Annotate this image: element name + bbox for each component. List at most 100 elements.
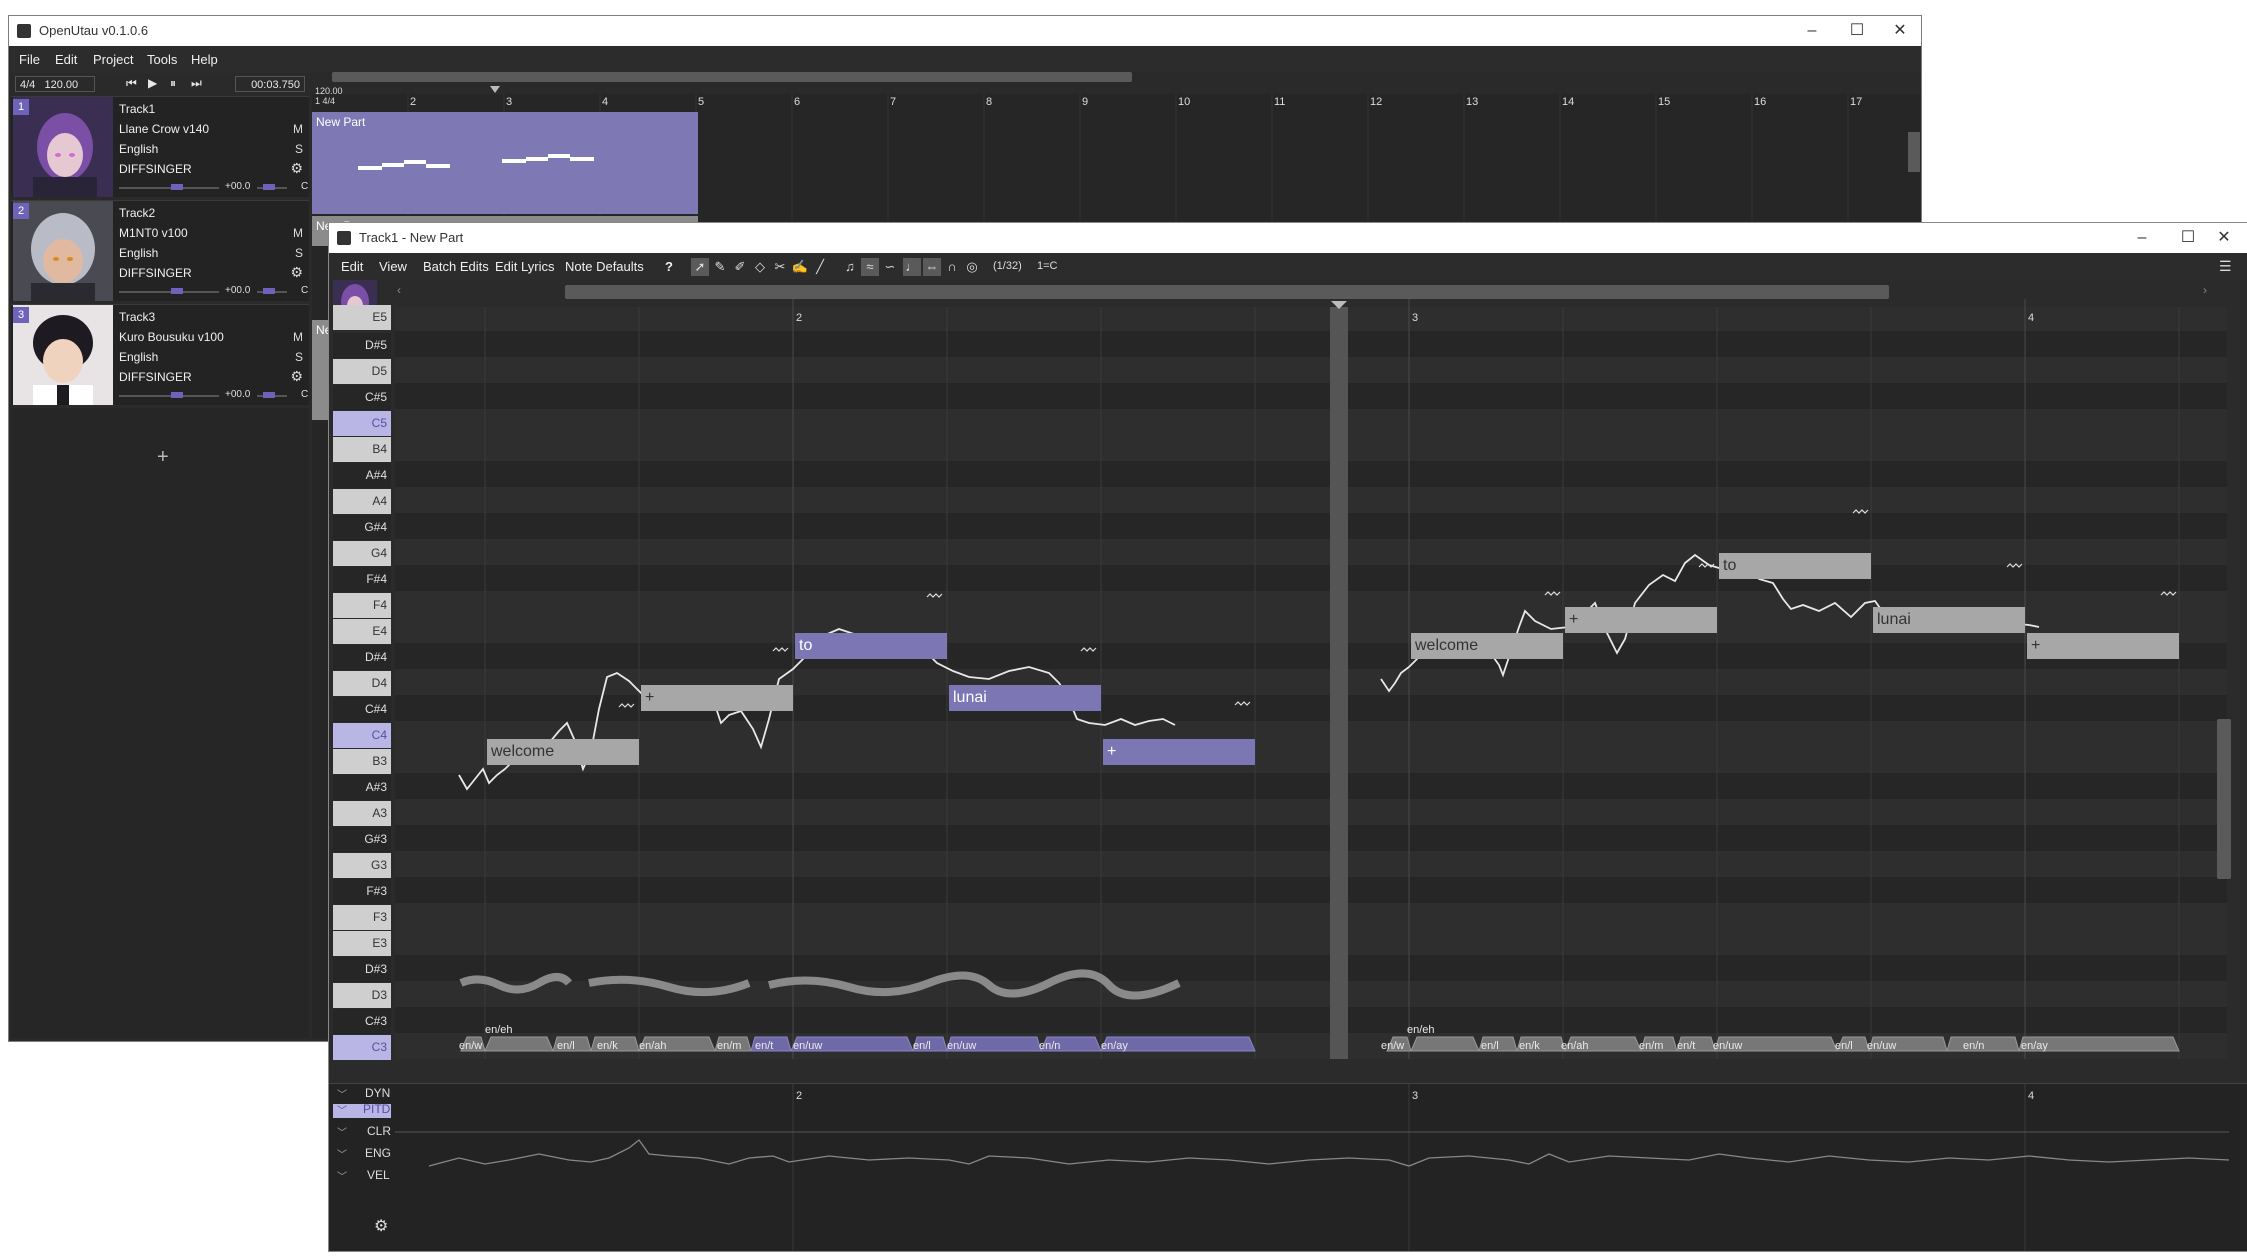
piano-key[interactable]: F3 <box>333 905 391 930</box>
pan-handle[interactable] <box>263 288 275 294</box>
chevron-down-icon[interactable]: ﹀ <box>337 1168 347 1183</box>
piano-key[interactable]: C5 <box>333 411 391 436</box>
play-icon[interactable]: ▶ <box>148 76 157 90</box>
menu-edit-lyrics[interactable]: Edit Lyrics <box>495 259 554 274</box>
menu-tools[interactable]: Tools <box>147 52 177 67</box>
vertical-scrollbar[interactable] <box>1908 132 1920 172</box>
gear-icon[interactable]: ⚙ <box>290 264 303 281</box>
track-language[interactable]: English <box>119 142 158 156</box>
phoneme-label[interactable]: en/uw <box>947 1040 976 1052</box>
menu-edit[interactable]: Edit <box>55 52 77 67</box>
phoneme-label[interactable]: en/eh <box>485 1024 513 1036</box>
knife-tool-icon[interactable]: ✂ <box>771 258 789 276</box>
expression-eng[interactable]: ENG <box>365 1146 391 1160</box>
phoneme-label[interactable]: en/k <box>597 1040 618 1052</box>
note[interactable]: + <box>1565 607 1717 633</box>
time-signature-bpm[interactable]: 4/4 120.00 <box>15 76 95 92</box>
phoneme-label[interactable]: en/n <box>1039 1040 1060 1052</box>
tempo-icon[interactable]: ⇔ <box>923 258 941 276</box>
piano-key[interactable]: G3 <box>333 853 391 878</box>
menu-batch-edits[interactable]: Batch Edits <box>423 259 489 274</box>
mute-button[interactable]: M <box>293 226 303 240</box>
menu-help[interactable]: Help <box>191 52 218 67</box>
piano-key[interactable]: D#3 <box>333 957 391 982</box>
track-language[interactable]: English <box>119 246 158 260</box>
volume-handle[interactable] <box>171 288 183 294</box>
solo-button[interactable]: S <box>295 142 303 156</box>
phoneme-label[interactable]: en/ay <box>1101 1040 1128 1052</box>
track-name[interactable]: Track2 <box>119 206 155 220</box>
finalize-icon[interactable]: ◎ <box>963 258 981 276</box>
note[interactable]: + <box>1103 739 1255 765</box>
track-name[interactable]: Track3 <box>119 310 155 324</box>
phoneme-label[interactable]: en/ah <box>1561 1040 1589 1052</box>
menu-file[interactable]: File <box>19 52 40 67</box>
track-language[interactable]: English <box>119 350 158 364</box>
piano-key[interactable]: C#3 <box>333 1009 391 1034</box>
piano-key[interactable]: C#5 <box>333 385 391 410</box>
snap-division[interactable]: (1/32) <box>993 260 1022 272</box>
close-button[interactable]: ✕ <box>1877 16 1921 46</box>
solo-button[interactable]: S <box>295 350 303 364</box>
menu-view[interactable]: View <box>379 259 407 274</box>
phoneme-label[interactable]: en/w <box>1381 1040 1404 1052</box>
piano-key[interactable]: D4 <box>333 671 391 696</box>
track-renderer[interactable]: DIFFSINGER <box>119 162 192 176</box>
phoneme-label[interactable]: en/t <box>755 1040 773 1052</box>
phoneme-label[interactable]: en/ay <box>2021 1040 2048 1052</box>
key-signature[interactable]: 1=C <box>1037 260 1058 272</box>
piano-key[interactable]: E5 <box>333 305 391 330</box>
expression-dyn[interactable]: DYN <box>365 1086 390 1100</box>
part-track1[interactable]: New Part <box>312 112 698 214</box>
phoneme-label[interactable]: en/l <box>1835 1040 1853 1052</box>
eraser-tool-icon[interactable]: ◇ <box>751 258 769 276</box>
pencil-tool-icon[interactable]: ✎ <box>711 258 729 276</box>
maximize-button[interactable]: ☐ <box>1834 16 1880 46</box>
singer-name[interactable]: Llane Crow v140 <box>119 122 209 136</box>
volume-handle[interactable] <box>171 184 183 190</box>
phoneme-label[interactable]: en/m <box>717 1040 741 1052</box>
phoneme-label[interactable]: en/l <box>557 1040 575 1052</box>
piano-key[interactable]: F#4 <box>333 567 391 592</box>
piano-key[interactable]: A#3 <box>333 775 391 800</box>
snap-icon[interactable]: ♩ <box>903 258 921 276</box>
piano-key[interactable]: C#4 <box>333 697 391 722</box>
chevron-down-icon[interactable]: ﹀ <box>337 1086 347 1101</box>
phoneme-label[interactable]: en/uw <box>793 1040 822 1052</box>
pitch-toggle-icon[interactable]: ∽ <box>881 258 899 276</box>
expression-canvas[interactable] <box>329 1084 2247 1252</box>
settings-sliders-icon[interactable]: ☰ <box>2219 258 2232 275</box>
phoneme-label[interactable]: en/l <box>1481 1040 1499 1052</box>
phoneme-label[interactable]: en/uw <box>1713 1040 1742 1052</box>
singer-name[interactable]: M1NT0 v100 <box>119 226 188 240</box>
minimize-button[interactable]: – <box>2119 223 2165 253</box>
piano-key[interactable]: D#5 <box>333 333 391 358</box>
vibrato-toggle-icon[interactable]: ≈ <box>861 258 879 276</box>
piano-key[interactable]: C4 <box>333 723 391 748</box>
chevron-down-icon[interactable]: ﹀ <box>337 1146 347 1161</box>
piano-key[interactable]: D3 <box>333 983 391 1008</box>
piano-key[interactable]: G#4 <box>333 515 391 540</box>
note[interactable]: welcome <box>1411 633 1563 659</box>
gear-icon[interactable]: ⚙ <box>374 1216 388 1236</box>
piano-key[interactable]: A3 <box>333 801 391 826</box>
line-tool-icon[interactable]: ╱ <box>811 258 829 276</box>
gear-icon[interactable]: ⚙ <box>290 160 303 177</box>
piano-key[interactable]: D#4 <box>333 645 391 670</box>
horizontal-scrollbar[interactable] <box>565 285 1889 299</box>
menu-note-defaults[interactable]: Note Defaults <box>565 259 644 274</box>
track-header-1[interactable]: 1 Track1 Llane Crow v140 English DIFFSIN… <box>11 96 309 197</box>
piano-key[interactable]: G#3 <box>333 827 391 852</box>
pause-icon[interactable]: ⏸ <box>170 76 176 91</box>
note[interactable]: + <box>2027 633 2179 659</box>
piano-key[interactable]: A4 <box>333 489 391 514</box>
pan-handle[interactable] <box>263 184 275 190</box>
track-header-2[interactable]: 2 Track2 M1NT0 v100 English DIFFSINGER M… <box>11 200 309 301</box>
skip-back-icon[interactable]: ⏮ <box>126 76 137 91</box>
note[interactable]: to <box>795 633 947 659</box>
volume-slider[interactable] <box>119 395 219 397</box>
note[interactable]: welcome <box>487 739 639 765</box>
curve-icon[interactable]: ∩ <box>943 258 961 276</box>
expression-vel[interactable]: VEL <box>367 1168 390 1182</box>
minimize-button[interactable]: – <box>1789 16 1835 46</box>
